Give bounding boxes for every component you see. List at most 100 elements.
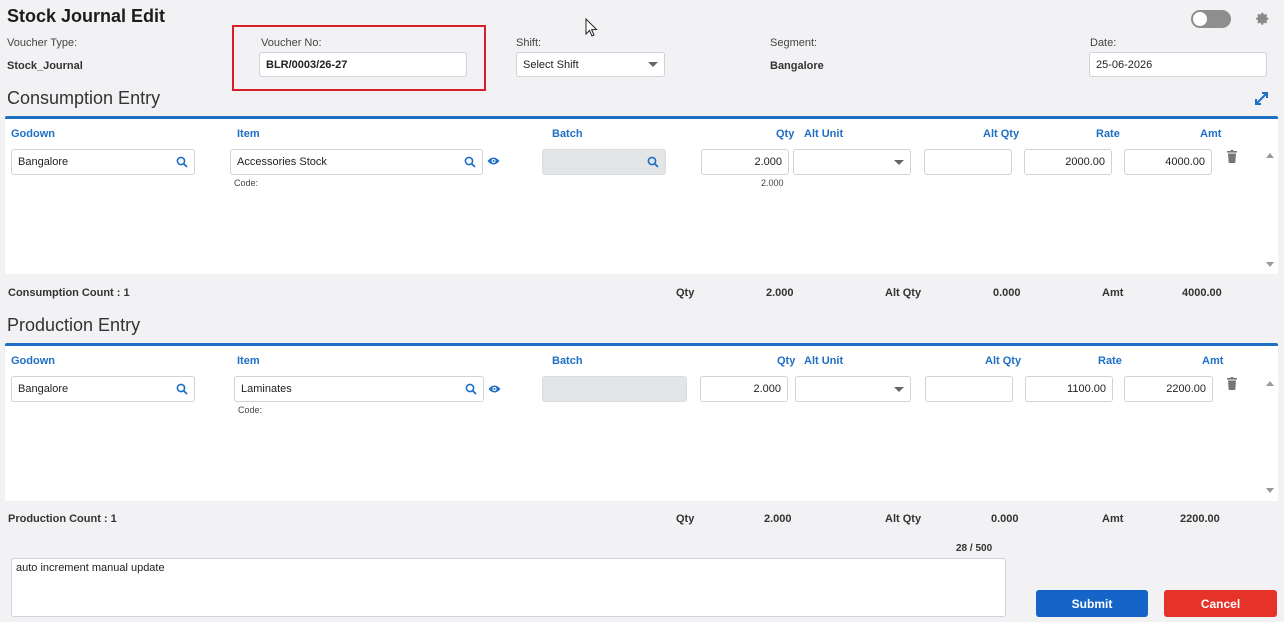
search-icon[interactable] — [176, 156, 188, 168]
date-value: 25-06-2026 — [1096, 58, 1153, 71]
production-sum-alt-qty-label: Alt Qty — [885, 513, 922, 525]
toggle-switch[interactable] — [1191, 10, 1231, 28]
col-item: Item — [237, 355, 260, 367]
consumption-panel — [5, 116, 1278, 274]
col-batch: Batch — [552, 355, 583, 367]
col-rate: Rate — [1096, 128, 1120, 140]
shift-label: Shift: — [516, 37, 542, 49]
col-alt-qty: Alt Qty — [985, 355, 1022, 367]
rate-value: 1100.00 — [1067, 383, 1106, 395]
segment-value: Bangalore — [770, 60, 824, 72]
voucher-no-input[interactable]: BLR/0003/26-27 — [259, 52, 467, 77]
consumption-alt-unit-select[interactable] — [793, 149, 911, 175]
eye-icon[interactable] — [487, 156, 500, 166]
amt-value: 4000.00 — [1165, 156, 1205, 168]
col-alt-unit: Alt Unit — [804, 128, 844, 140]
col-amt: Amt — [1200, 128, 1222, 140]
narration-counter: 28 / 500 — [956, 543, 993, 554]
date-input[interactable]: 25-06-2026 — [1089, 52, 1267, 77]
consumption-sum-alt-qty: 0.000 — [993, 287, 1021, 299]
trash-icon[interactable] — [1227, 150, 1237, 163]
chevron-down-icon — [894, 159, 904, 165]
col-item: Item — [237, 128, 260, 140]
consumption-godown-input[interactable]: Bangalore — [11, 149, 195, 175]
consumption-count: Consumption Count : 1 — [8, 287, 130, 299]
production-item-input[interactable]: Laminates — [234, 376, 484, 402]
segment-label: Segment: — [770, 37, 818, 49]
production-sum-amt: 2200.00 — [1180, 513, 1220, 525]
col-rate: Rate — [1098, 355, 1122, 367]
narration-value: auto increment manual update — [16, 562, 165, 574]
godown-value: Bangalore — [18, 383, 69, 395]
production-sum-amt-label: Amt — [1102, 513, 1124, 525]
consumption-sum-qty: 2.000 — [766, 287, 794, 299]
date-label: Date: — [1090, 37, 1117, 49]
search-icon[interactable] — [464, 156, 476, 168]
consumption-item-input[interactable]: Accessories Stock — [230, 149, 483, 175]
scroll-down-icon[interactable] — [1266, 488, 1274, 493]
mouse-cursor-icon — [585, 17, 599, 38]
production-sum-qty-label: Qty — [676, 513, 695, 525]
col-qty: Qty — [776, 128, 795, 140]
col-alt-qty: Alt Qty — [983, 128, 1020, 140]
production-count: Production Count : 1 — [8, 513, 117, 525]
voucher-type-label: Voucher Type: — [7, 37, 78, 49]
chevron-down-icon — [894, 386, 904, 392]
amt-value: 2200.00 — [1166, 383, 1206, 395]
production-code-label: Code: — [238, 405, 263, 415]
page-title: Stock Journal Edit — [7, 6, 166, 26]
item-value: Laminates — [241, 383, 292, 395]
production-amt-input[interactable]: 2200.00 — [1124, 376, 1213, 402]
voucher-type-value: Stock_Journal — [7, 60, 83, 72]
consumption-code-label: Code: — [234, 178, 259, 188]
search-icon[interactable] — [465, 383, 477, 395]
rate-value: 2000.00 — [1065, 156, 1105, 168]
production-qty-input[interactable]: 2.000 — [700, 376, 788, 402]
trash-icon[interactable] — [1227, 377, 1237, 390]
production-rate-input[interactable]: 1100.00 — [1025, 376, 1113, 402]
consumption-amt-input[interactable]: 4000.00 — [1124, 149, 1212, 175]
scroll-down-icon[interactable] — [1266, 262, 1274, 267]
col-batch: Batch — [552, 128, 583, 140]
shift-select[interactable]: Select Shift — [516, 52, 665, 77]
voucher-no-value: BLR/0003/26-27 — [266, 58, 348, 71]
col-qty: Qty — [777, 355, 796, 367]
col-godown: Godown — [11, 355, 55, 367]
production-batch-input[interactable] — [542, 376, 687, 402]
consumption-section-title: Consumption Entry — [7, 88, 161, 108]
godown-value: Bangalore — [18, 156, 69, 168]
consumption-batch-input[interactable] — [542, 149, 666, 175]
scroll-up-icon[interactable] — [1266, 153, 1274, 158]
consumption-qty-sub: 2.000 — [761, 178, 784, 188]
production-panel — [5, 343, 1278, 501]
search-icon[interactable] — [176, 383, 188, 395]
eye-icon[interactable] — [488, 384, 501, 394]
production-godown-input[interactable]: Bangalore — [11, 376, 195, 402]
expand-icon[interactable] — [1254, 91, 1269, 106]
narration-textarea[interactable]: auto increment manual update — [11, 558, 1006, 617]
shift-value: Select Shift — [523, 58, 579, 71]
qty-value: 2.000 — [754, 156, 782, 168]
gear-icon[interactable] — [1254, 11, 1270, 27]
col-amt: Amt — [1202, 355, 1224, 367]
consumption-rate-input[interactable]: 2000.00 — [1024, 149, 1112, 175]
consumption-sum-alt-qty-label: Alt Qty — [885, 287, 922, 299]
col-godown: Godown — [11, 128, 55, 140]
chevron-down-icon — [648, 62, 658, 67]
submit-button[interactable]: Submit — [1036, 590, 1148, 617]
consumption-sum-amt-label: Amt — [1102, 287, 1124, 299]
consumption-qty-input[interactable]: 2.000 — [701, 149, 789, 175]
col-alt-unit: Alt Unit — [804, 355, 844, 367]
scroll-up-icon[interactable] — [1266, 381, 1274, 386]
consumption-sum-amt: 4000.00 — [1182, 287, 1222, 299]
search-icon[interactable] — [647, 156, 659, 168]
consumption-alt-qty-input[interactable] — [924, 149, 1012, 175]
production-alt-unit-select[interactable] — [795, 376, 911, 402]
qty-value: 2.000 — [753, 383, 781, 395]
cancel-button[interactable]: Cancel — [1164, 590, 1277, 617]
production-sum-alt-qty: 0.000 — [991, 513, 1019, 525]
voucher-no-label: Voucher No: — [261, 37, 322, 49]
production-alt-qty-input[interactable] — [925, 376, 1013, 402]
production-sum-qty: 2.000 — [764, 513, 792, 525]
item-value: Accessories Stock — [237, 156, 327, 168]
